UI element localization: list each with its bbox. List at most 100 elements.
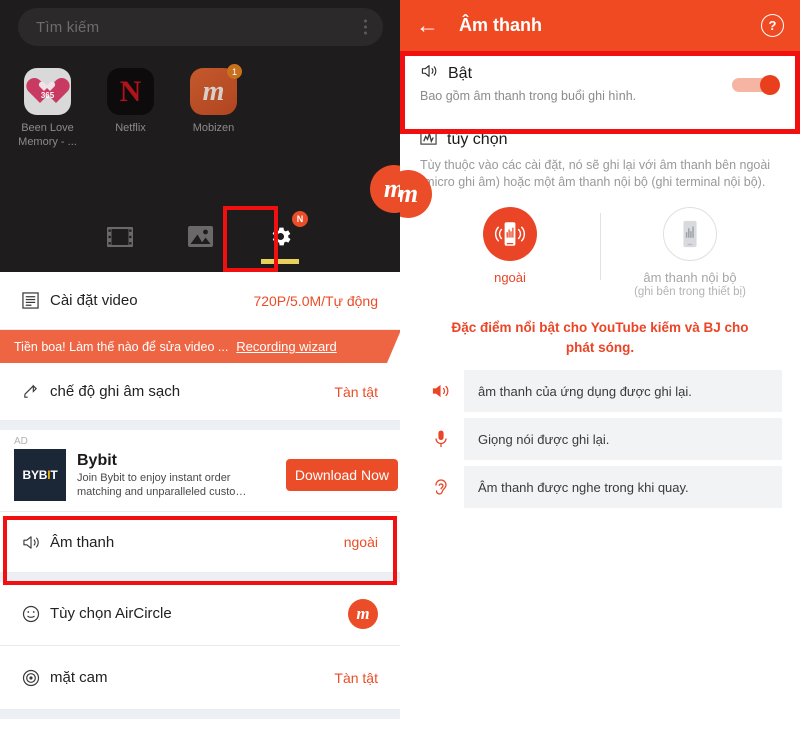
tab-bar: N (0, 206, 400, 272)
promo-cta[interactable]: Recording wizard (236, 339, 336, 354)
list-separator (0, 573, 400, 582)
settings-tab[interactable]: N (258, 211, 308, 265)
app-icon-wrap: 365 (24, 68, 71, 115)
back-arrow-icon[interactable]: ← (416, 14, 439, 37)
face-cam-icon (22, 669, 50, 687)
ad-tag: AD (14, 436, 28, 447)
mobizen-glyph: m (202, 75, 225, 107)
ad-text: Bybit Join Bybit to enjoy instant order … (77, 452, 275, 499)
row-label: Tùy chọn AirCircle (50, 605, 172, 622)
fact-row: Giọng nói được ghi lại. (418, 418, 782, 460)
page-title: Âm thanh (459, 15, 542, 35)
audio-toggle-switch[interactable] (732, 75, 780, 95)
help-icon[interactable]: ? (761, 14, 784, 37)
speaker-loud-icon (418, 370, 464, 412)
left-screen: Tìm kiếm 365 Been Love Memory - ... N Ne… (0, 0, 400, 746)
toggle-subtitle: Bao gồm âm thanh trong buổi ghi hình. (420, 89, 637, 103)
mode-label: ngoài (494, 270, 526, 285)
images-tab[interactable] (178, 213, 222, 265)
audio-facts-list: âm thanh của ứng dụng được ghi lại. Giọn… (400, 370, 800, 508)
clean-recording-icon (22, 383, 50, 400)
notification-badge: 1 (227, 64, 242, 79)
heart-shape: 365 (33, 78, 63, 105)
row-label: chế độ ghi âm sạch (50, 383, 181, 400)
mobizen-floating-label: m (400, 179, 418, 209)
options-title: tùy chọn (447, 131, 508, 148)
netflix-icon: N (107, 68, 154, 115)
toggle-title-row: Bật (420, 63, 732, 84)
row-video-settings[interactable]: Cài đặt video 720P/5.0M/Tự động (0, 272, 400, 330)
ad-title: Bybit (77, 451, 117, 469)
row-face-cam[interactable]: mặt cam Tàn tật (0, 646, 400, 710)
app-item-been-love[interactable]: 365 Been Love Memory - ... (6, 68, 89, 149)
new-badge: N (292, 211, 308, 227)
feature-note: Đặc điểm nổi bật cho YouTube kiếm và BJ … (451, 320, 749, 355)
aircircle-icon (22, 605, 50, 623)
ad-description: Join Bybit to enjoy instant order matchi… (77, 471, 247, 498)
app-label: Been Love Memory - ... (18, 122, 77, 148)
row-label: Âm thanh (50, 533, 115, 551)
app-item-mobizen[interactable]: m 1 Mobizen (172, 64, 255, 149)
fact-text: âm thanh của ứng dụng được ghi lại. (478, 383, 692, 399)
heart-number: 365 (40, 91, 55, 100)
bybit-logo-icon: BYBIT (14, 449, 66, 501)
mobizen-badge-icon[interactable]: m (348, 598, 378, 629)
row-label: Cài đặt video (50, 292, 138, 309)
promo-banner[interactable]: Tiền boa! Làm thế nào để sửa video ... R… (0, 330, 400, 363)
home-screen-backdrop: Tìm kiếm 365 Been Love Memory - ... N Ne… (0, 0, 400, 272)
toggle-text-block: Bật Bao gồm âm thanh trong buổi ghi hình… (420, 63, 732, 104)
audio-enable-card[interactable]: Bật Bao gồm âm thanh trong buổi ghi hình… (400, 51, 800, 117)
netflix-glyph: N (119, 74, 142, 108)
image-icon (187, 226, 213, 252)
row-value: 720P/5.0M/Tự động (253, 292, 378, 309)
list-separator-bottom (0, 710, 400, 719)
promo-text: Tiền boa! Làm thế nào để sửa video ... (14, 339, 229, 354)
mode-sublabel: (ghi bên trong thiết bị) (634, 286, 746, 298)
bybit-logo-text: BYBIT (22, 468, 58, 482)
right-screen: ← Âm thanh ? Bật Bao gồm âm thanh trong … (400, 0, 800, 746)
fact-row: âm thanh của ứng dụng được ghi lại. (418, 370, 782, 412)
app-icon-wrap: N (107, 68, 154, 115)
film-strip-icon (107, 226, 133, 252)
audio-settings-header: ← Âm thanh ? (400, 0, 800, 51)
switch-knob (760, 75, 780, 95)
videos-tab[interactable] (98, 213, 142, 265)
options-header: tùy chọn (420, 129, 780, 151)
mode-label: âm thanh nội bộ (643, 270, 737, 285)
mode-option-internal[interactable]: âm thanh nội bộ (ghi bên trong thiết bị) (600, 207, 780, 302)
help-glyph: ? (768, 18, 777, 33)
screenshot-root: Tìm kiếm 365 Been Love Memory - ... N Ne… (0, 0, 800, 746)
mode-option-external[interactable]: ngoài (420, 207, 600, 302)
ad-body: BYBIT Bybit Join Bybit to enjoy instant … (14, 449, 398, 501)
row-aircircle[interactable]: Tùy chọn AirCircle m (0, 582, 400, 646)
fact-row: Âm thanh được nghe trong khi quay. (418, 466, 782, 508)
row-value: Tàn tật (334, 383, 378, 400)
search-input[interactable]: Tìm kiếm (18, 8, 383, 46)
options-section: tùy chọn Tùy thuộc vào các cài đặt, nó s… (400, 117, 800, 302)
ad-block[interactable]: AD BYBIT Bybit Join Bybit to enjoy insta… (0, 430, 400, 511)
row-value: ngoài (343, 534, 378, 550)
row-clean-recording[interactable]: chế độ ghi âm sạch Tàn tật (0, 363, 400, 421)
ad-download-button[interactable]: Download Now (285, 459, 398, 491)
gear-icon (268, 224, 293, 254)
active-tab-indicator (261, 259, 299, 264)
audio-mode-selector: ngoài âm thanh nội bộ (ghi bên trong thi… (420, 207, 780, 302)
mobizen-badge-label: m (356, 603, 370, 623)
speaker-icon (420, 63, 439, 84)
search-placeholder: Tìm kiếm (36, 18, 100, 36)
fact-text: Giọng nói được ghi lại. (478, 431, 610, 447)
mode-divider (600, 213, 601, 280)
app-label: Mobizen (192, 122, 235, 134)
been-love-memory-icon: 365 (24, 68, 71, 115)
external-mic-icon (483, 207, 537, 261)
audio-wave-icon (420, 129, 437, 151)
ear-icon (418, 466, 464, 508)
row-value: Tàn tật (334, 669, 378, 686)
mobizen-floating-label: m (384, 174, 400, 204)
app-item-netflix[interactable]: N Netflix (89, 68, 172, 149)
row-audio[interactable]: Âm thanh ngoài (0, 511, 400, 573)
options-description: Tùy thuộc vào các cài đặt, nó sẽ ghi lại… (420, 158, 771, 189)
app-label: Netflix (115, 122, 146, 134)
list-separator (0, 421, 400, 430)
kebab-menu-icon[interactable] (364, 19, 367, 35)
